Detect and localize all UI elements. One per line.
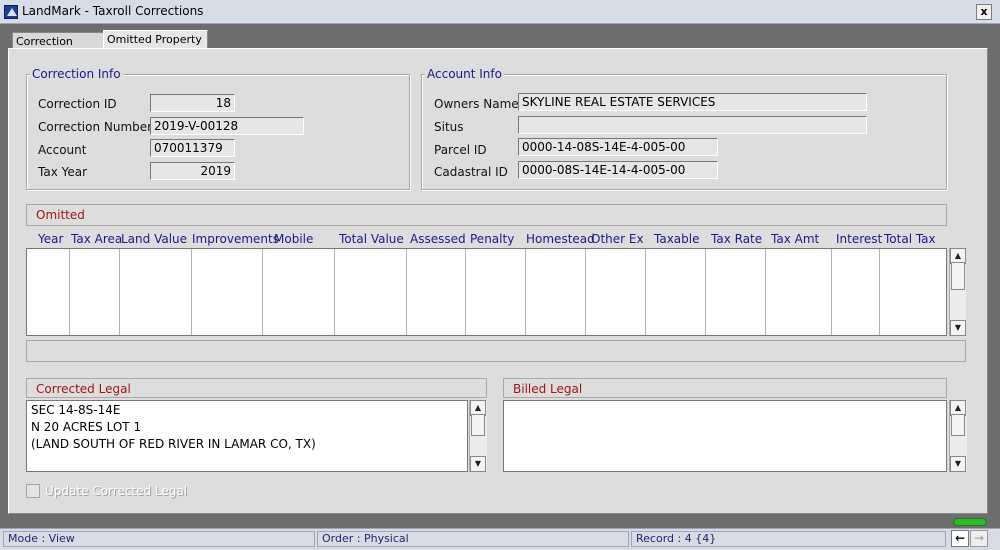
- correction-id-label: Correction ID: [38, 97, 117, 111]
- situs-field[interactable]: [518, 116, 867, 134]
- tax-year-label: Tax Year: [38, 165, 88, 179]
- close-button[interactable]: x: [976, 4, 992, 20]
- correction-number-field[interactable]: 2019-V-00128: [150, 117, 304, 135]
- window-title: LandMark - Taxroll Corrections: [22, 4, 204, 18]
- app-logo-icon: [4, 5, 18, 19]
- omitted-header-bar: [26, 204, 947, 226]
- account-info-title: Account Info: [425, 67, 504, 81]
- status-indicator: [953, 518, 987, 526]
- account-label: Account: [38, 143, 87, 157]
- status-mode: Mode : View: [3, 531, 315, 547]
- col-taxable[interactable]: Taxable: [654, 232, 700, 246]
- corrected-legal-textarea[interactable]: SEC 14-8S-14E N 20 ACRES LOT 1 (LAND SOU…: [26, 400, 468, 472]
- col-mobile[interactable]: Mobile: [274, 232, 313, 246]
- col-other-ex[interactable]: Other Ex: [591, 232, 644, 246]
- parcel-id-field[interactable]: 0000-14-08S-14E-4-005-00: [518, 138, 718, 156]
- correction-id-field[interactable]: 18: [150, 94, 235, 112]
- col-total-tax[interactable]: Total Tax: [884, 232, 936, 246]
- col-year[interactable]: Year: [38, 232, 63, 246]
- grid-divider: [406, 249, 407, 335]
- account-field[interactable]: 070011379: [150, 139, 235, 157]
- omitted-title: Omitted: [36, 208, 85, 222]
- grid-divider: [645, 249, 646, 335]
- grid-divider: [262, 249, 263, 335]
- parcel-id-label: Parcel ID: [434, 143, 487, 157]
- col-interest[interactable]: Interest: [836, 232, 882, 246]
- scroll-down-icon[interactable]: ▼: [470, 456, 486, 472]
- correction-info-title: Correction Info: [30, 67, 123, 81]
- grid-divider: [69, 249, 70, 335]
- col-assessed[interactable]: Assessed: [410, 232, 466, 246]
- grid-divider: [831, 249, 832, 335]
- omitted-grid[interactable]: [26, 248, 947, 336]
- cadastral-id-field[interactable]: 0000-08S-14E-14-4-005-00: [518, 161, 718, 179]
- grid-divider: [585, 249, 586, 335]
- grid-divider: [705, 249, 706, 335]
- tax-year-field[interactable]: 2019: [150, 162, 235, 180]
- update-corrected-legal-checkbox[interactable]: [26, 484, 40, 498]
- billed-legal-title: Billed Legal: [513, 382, 583, 396]
- col-tax-area[interactable]: Tax Area: [71, 232, 122, 246]
- grid-divider: [525, 249, 526, 335]
- arrow-left-icon[interactable]: ←: [951, 530, 969, 547]
- status-order: Order : Physical: [317, 531, 629, 547]
- status-record: Record : 4 {4}: [631, 531, 946, 547]
- grid-divider: [334, 249, 335, 335]
- col-land-value[interactable]: Land Value: [121, 232, 187, 246]
- grid-divider: [765, 249, 766, 335]
- grid-divider: [465, 249, 466, 335]
- arrow-right-icon[interactable]: →: [970, 530, 988, 547]
- col-tax-amt[interactable]: Tax Amt: [771, 232, 819, 246]
- grid-divider: [879, 249, 880, 335]
- col-total-value[interactable]: Total Value: [339, 232, 404, 246]
- window-titlebar: LandMark - Taxroll Corrections x: [0, 0, 1000, 24]
- update-corrected-legal-label[interactable]: Update Corrected Legal: [45, 484, 187, 498]
- grid-summary-bar: [26, 340, 966, 362]
- owners-name-label: Owners Name: [434, 97, 519, 111]
- correction-number-label: Correction Number: [38, 120, 153, 134]
- grid-scroll-thumb[interactable]: [951, 262, 965, 290]
- col-penalty[interactable]: Penalty: [470, 232, 514, 246]
- owners-name-field[interactable]: SKYLINE REAL ESTATE SERVICES: [518, 93, 867, 111]
- billed-legal-textarea[interactable]: [503, 400, 947, 472]
- billed-legal-scroll-thumb[interactable]: [951, 414, 965, 436]
- scroll-down-icon[interactable]: ▼: [950, 320, 966, 336]
- grid-divider: [119, 249, 120, 335]
- cadastral-id-label: Cadastral ID: [434, 165, 508, 179]
- situs-label: Situs: [434, 120, 464, 134]
- col-improvements[interactable]: Improvements: [192, 232, 279, 246]
- corrected-legal-scroll-thumb[interactable]: [471, 414, 485, 436]
- col-homestead[interactable]: Homestead: [526, 232, 595, 246]
- col-tax-rate[interactable]: Tax Rate: [711, 232, 762, 246]
- scroll-down-icon[interactable]: ▼: [950, 456, 966, 472]
- corrected-legal-title: Corrected Legal: [36, 382, 131, 396]
- grid-divider: [191, 249, 192, 335]
